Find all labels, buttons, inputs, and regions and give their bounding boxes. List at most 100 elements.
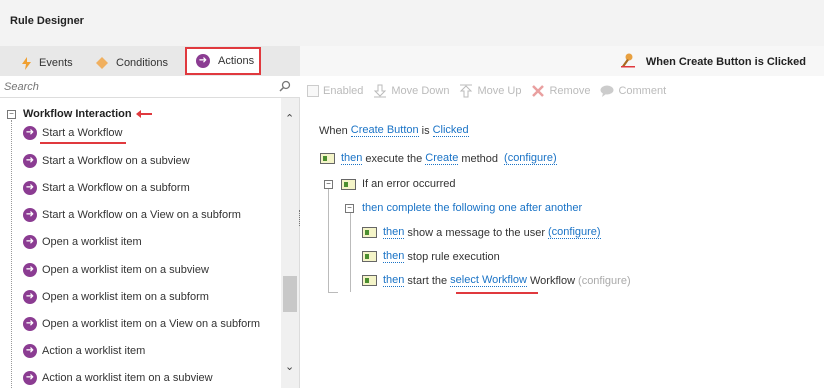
then-link[interactable]: then [383, 250, 405, 263]
rule-action-complete-following: − then complete the following one after … [345, 202, 582, 214]
annotation-underline [456, 292, 538, 294]
search-icon[interactable] [279, 80, 291, 95]
arrow-circle-icon: ➜ [23, 181, 37, 195]
list-item[interactable]: ➜ Start a Workflow on a View on a subfor… [23, 206, 241, 224]
actions-panel: − Workflow Interaction ➜ Start a Workflo… [0, 76, 300, 388]
rule-tree-connector [328, 292, 338, 293]
rule-tree-connector [350, 212, 351, 292]
checkbox-icon[interactable] [307, 85, 319, 97]
close-icon [531, 84, 545, 98]
create-method-link[interactable]: Create [425, 152, 459, 165]
tab-actions[interactable]: ➜ Actions [185, 47, 261, 75]
arrow-circle-icon: ➜ [23, 235, 37, 249]
move-up-icon [459, 84, 473, 98]
stop-execution-text: stop rule execution [407, 250, 500, 263]
select-workflow-link[interactable]: select Workflow [450, 274, 527, 287]
show-message-text: show a message to the user [407, 226, 545, 239]
is-text: is [421, 124, 430, 137]
search-input[interactable] [4, 79, 274, 95]
action-tree: − Workflow Interaction ➜ Start a Workflo… [0, 102, 280, 388]
action-grid-icon [362, 275, 377, 286]
list-item[interactable]: ➜ Action a worklist item on a subview [23, 369, 213, 387]
list-item[interactable]: ➜ Open a worklist item on a subview [23, 261, 209, 279]
then-link[interactable]: then [383, 226, 405, 239]
configure-link-disabled[interactable]: (configure) [578, 275, 631, 287]
move-down-button[interactable]: Move Down [373, 84, 449, 98]
arrow-circle-icon: ➜ [23, 344, 37, 358]
action-grid-icon [320, 153, 335, 164]
rule-title: When Create Button is Clicked [620, 52, 806, 71]
list-item-label: Start a Workflow on a View on a subform [42, 209, 241, 221]
enabled-checkbox[interactable]: Enabled [307, 85, 363, 97]
list-item-label: Open a worklist item on a subform [42, 291, 209, 303]
tab-conditions[interactable]: Conditions [96, 50, 168, 76]
then-link[interactable]: then [383, 274, 405, 287]
rule-header: When Create Button is Clicked [300, 46, 824, 76]
arrow-circle-icon: ➜ [23, 371, 37, 385]
tree-group-workflow-interaction[interactable]: − Workflow Interaction [7, 108, 152, 120]
list-item[interactable]: ➜ Open a worklist item on a subform [23, 288, 209, 306]
comment-icon [600, 85, 614, 97]
collapse-icon[interactable]: − [345, 203, 354, 213]
tree-connector [11, 120, 12, 388]
list-item-label: Open a worklist item on a View on a subf… [42, 318, 261, 330]
arrow-circle-icon: ➜ [23, 208, 37, 222]
list-item-label: Start a Workflow on a subview [42, 155, 190, 167]
collapse-icon[interactable]: − [7, 109, 16, 119]
condition-grid-icon [341, 178, 356, 190]
then-link[interactable]: then [341, 152, 363, 165]
rule-action-start-workflow: then start the select Workflow Workflow … [362, 274, 631, 287]
app-title: Rule Designer [10, 15, 84, 27]
tab-events[interactable]: Events [22, 50, 73, 76]
list-item[interactable]: ➜ Open a worklist item [23, 233, 142, 251]
list-item-label: Open a worklist item on a subview [42, 264, 209, 276]
comment-button[interactable]: Comment [600, 85, 666, 97]
configure-link[interactable]: (configure) [548, 226, 601, 239]
tab-events-label: Events [39, 57, 73, 69]
list-item[interactable]: ➜ Open a worklist item on a View on a su… [23, 315, 260, 333]
collapse-icon[interactable]: − [324, 179, 333, 189]
start-the-text: start the [407, 274, 448, 287]
tabs-bar: Events Conditions ➜ Actions [0, 46, 300, 76]
rule-toolbar: Enabled Move Down Move Up Remove Comment [303, 76, 824, 106]
list-item[interactable]: ➜ Action a worklist item [23, 342, 145, 360]
scroll-thumb[interactable] [283, 276, 297, 312]
move-down-label: Move Down [391, 85, 450, 97]
rule-title-text: When Create Button is Clicked [645, 55, 806, 68]
when-text: When [319, 124, 348, 137]
lightning-icon [22, 56, 31, 70]
arrow-circle-icon: ➜ [23, 126, 37, 140]
remove-button[interactable]: Remove [531, 84, 590, 98]
arrow-circle-icon: ➜ [23, 317, 37, 331]
list-item-label: Start a Workflow on a subform [42, 182, 190, 194]
scroll-up-icon[interactable]: ⌃ [285, 112, 294, 125]
rule-condition-if-error: − If an error occurred [324, 178, 456, 190]
rule-event-line: When Create Button is Clicked [319, 124, 472, 137]
list-item-label: Action a worklist item on a subview [42, 372, 213, 384]
list-item[interactable]: ➜ Start a Workflow [23, 124, 123, 142]
tab-actions-label: Actions [218, 55, 255, 67]
rule-definition: When Create Button is Clicked then execu… [318, 106, 818, 388]
move-up-button[interactable]: Move Up [459, 84, 521, 98]
arrow-circle-icon: ➜ [196, 54, 210, 68]
workflow-text: Workflow [530, 274, 576, 287]
configure-link[interactable]: (configure) [504, 152, 557, 165]
execute-the-text: execute the [365, 152, 423, 165]
scroll-down-icon[interactable]: ⌄ [285, 360, 294, 373]
clicked-link[interactable]: Clicked [432, 124, 469, 137]
list-item-label: Open a worklist item [42, 236, 142, 248]
diamond-icon [96, 57, 108, 69]
splitter-handle[interactable] [299, 210, 302, 226]
tab-conditions-label: Conditions [116, 57, 168, 69]
rule-action-execute-method: then execute the Create method (configur… [320, 152, 560, 165]
list-item-label: Start a Workflow [42, 127, 123, 139]
list-item[interactable]: ➜ Start a Workflow on a subform [23, 179, 190, 197]
list-item[interactable]: ➜ Start a Workflow on a subview [23, 152, 190, 170]
search-bar [0, 76, 300, 98]
tree-scrollbar[interactable]: ⌃ ⌄ [281, 98, 299, 388]
if-error-text: If an error occurred [362, 178, 456, 190]
rule-action-show-message: then show a message to the user (configu… [362, 226, 601, 239]
arrow-circle-icon: ➜ [23, 263, 37, 277]
create-button-link[interactable]: Create Button [350, 124, 419, 137]
complete-following-text[interactable]: then complete the following one after an… [362, 202, 582, 214]
